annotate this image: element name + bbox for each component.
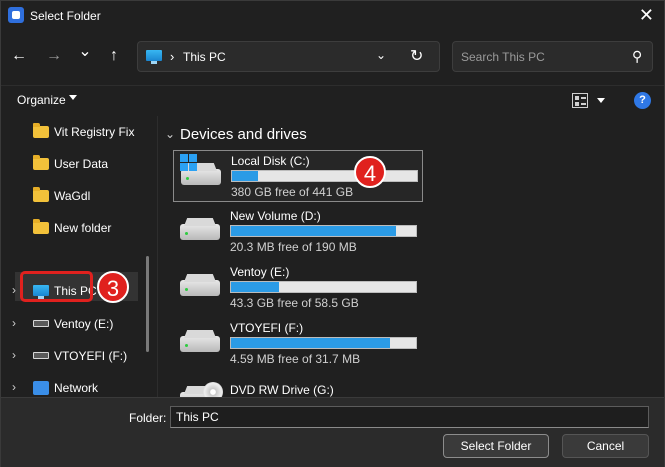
title-bar: Select Folder ✕ xyxy=(1,1,664,31)
drive-usage-fill xyxy=(231,282,280,292)
organize-menu-button[interactable]: Organize xyxy=(17,93,66,107)
address-dropdown-icon[interactable]: ⌄ xyxy=(376,48,386,62)
sidebar-item-label: Network xyxy=(54,381,99,395)
drive-free-space: 380 GB free of 441 GB xyxy=(231,185,354,199)
address-bar[interactable]: › This PC ⌄ ↻ xyxy=(137,41,440,72)
back-arrow-icon[interactable]: ← xyxy=(8,45,30,67)
up-arrow-icon[interactable]: ↑ xyxy=(103,45,125,67)
drive-usage-bar xyxy=(230,337,417,349)
sidebar-item-label: WaGdl xyxy=(54,189,91,203)
drive-name: New Volume (D:) xyxy=(230,209,321,223)
sidebar-item-ventoy[interactable]: › Ventoy (E:) xyxy=(1,310,151,338)
forward-arrow-icon[interactable]: → xyxy=(43,45,65,67)
drive-usage-fill xyxy=(231,226,396,236)
this-pc-icon xyxy=(146,50,162,64)
cancel-button[interactable]: Cancel xyxy=(562,434,649,458)
folder-name-input[interactable] xyxy=(170,406,649,428)
folder-icon xyxy=(33,155,49,170)
app-icon xyxy=(8,7,24,23)
pane-divider[interactable] xyxy=(157,116,158,397)
organize-chevron-icon[interactable] xyxy=(69,95,77,100)
drive-tile-vtoyefi-f[interactable]: VTOYEFI (F:) 4.59 MB free of 31.7 MB xyxy=(173,318,423,370)
sidebar-item-label: Ventoy (E:) xyxy=(54,317,114,331)
step-badge-4: 4 xyxy=(354,156,386,188)
chevron-right-icon[interactable]: › xyxy=(12,283,16,297)
view-layout-icon[interactable] xyxy=(572,93,588,108)
sidebar-scrollbar[interactable] xyxy=(146,256,149,352)
hard-drive-icon xyxy=(180,224,220,240)
disc-icon xyxy=(203,382,223,397)
group-collapse-icon[interactable]: ⌄ xyxy=(165,127,175,141)
windows-logo-icon xyxy=(180,154,197,171)
sidebar-item-label: Vit Registry Fix xyxy=(54,125,135,139)
refresh-icon[interactable]: ↻ xyxy=(410,46,423,66)
drive-free-space: 43.3 GB free of 58.5 GB xyxy=(230,296,359,310)
search-placeholder[interactable]: Search This PC xyxy=(461,50,545,64)
drive-name: VTOYEFI (F:) xyxy=(230,321,304,335)
drive-usage-bar xyxy=(230,281,417,293)
sidebar-item-user-data[interactable]: User Data xyxy=(1,150,151,178)
recent-locations-icon[interactable]: ⌄ xyxy=(74,41,96,63)
sidebar-item-wagdl[interactable]: WaGdl xyxy=(1,182,151,210)
hard-drive-icon xyxy=(181,169,221,185)
folder-icon xyxy=(33,123,49,138)
drive-icon xyxy=(33,352,49,359)
sidebar-item-new-folder[interactable]: New folder xyxy=(1,214,151,242)
window-title: Select Folder xyxy=(30,9,101,23)
sidebar-item-label: VTOYEFI (F:) xyxy=(54,349,128,363)
sidebar-item-label: User Data xyxy=(54,157,109,171)
drive-tile-dvd-rw-g[interactable]: DVD RW Drive (G:) xyxy=(173,374,423,397)
chevron-right-icon[interactable]: › xyxy=(12,380,16,394)
annotation-highlight-box xyxy=(20,271,93,302)
sidebar-item-network[interactable]: › Network xyxy=(1,374,151,397)
group-header-devices-and-drives[interactable]: Devices and drives xyxy=(180,126,307,143)
search-box[interactable]: Search This PC ⚲ xyxy=(452,41,653,72)
step-badge-3: 3 xyxy=(97,271,129,303)
select-folder-dialog: Select Folder ✕ ← → ⌄ ↑ › This PC ⌄ ↻ Se… xyxy=(0,0,665,467)
drive-free-space: 4.59 MB free of 31.7 MB xyxy=(230,352,361,366)
command-bar: Organize ? xyxy=(1,85,664,115)
folder-field-label: Folder: xyxy=(129,411,167,425)
drive-usage-fill xyxy=(231,338,391,348)
drive-usage-bar xyxy=(231,170,418,182)
chevron-right-icon[interactable]: › xyxy=(12,348,16,362)
search-icon[interactable]: ⚲ xyxy=(632,48,642,65)
drive-usage-bar xyxy=(230,225,417,237)
drive-icon xyxy=(33,320,49,327)
sidebar-item-vit-registry-fix[interactable]: Vit Registry Fix xyxy=(1,118,151,146)
close-icon[interactable]: ✕ xyxy=(639,5,654,25)
folder-icon xyxy=(33,187,49,202)
drive-usage-fill xyxy=(232,171,258,181)
hard-drive-icon xyxy=(180,280,220,296)
address-separator-icon: › xyxy=(170,49,175,64)
dialog-footer: Folder: Select Folder Cancel xyxy=(1,397,664,467)
drive-name: DVD RW Drive (G:) xyxy=(230,383,334,397)
drive-name: Local Disk (C:) xyxy=(231,154,310,168)
network-icon xyxy=(33,381,49,395)
drive-tile-new-volume-d[interactable]: New Volume (D:) 20.3 MB free of 190 MB xyxy=(173,206,423,258)
folder-icon xyxy=(33,219,49,234)
chevron-right-icon[interactable]: › xyxy=(12,316,16,330)
sidebar-item-vtoyefi[interactable]: › VTOYEFI (F:) xyxy=(1,342,151,370)
address-text[interactable]: This PC xyxy=(183,50,226,64)
sidebar-item-label: New folder xyxy=(54,221,112,235)
drive-tile-ventoy-e[interactable]: Ventoy (E:) 43.3 GB free of 58.5 GB xyxy=(173,262,423,314)
drive-tile-local-disk-c[interactable]: Local Disk (C:) 380 GB free of 441 GB xyxy=(173,150,423,202)
hard-drive-icon xyxy=(180,336,220,352)
drive-free-space: 20.3 MB free of 190 MB xyxy=(230,240,357,254)
select-folder-button[interactable]: Select Folder xyxy=(443,434,549,458)
help-icon[interactable]: ? xyxy=(634,92,651,109)
view-chevron-icon[interactable] xyxy=(597,98,605,103)
drive-name: Ventoy (E:) xyxy=(230,265,290,279)
